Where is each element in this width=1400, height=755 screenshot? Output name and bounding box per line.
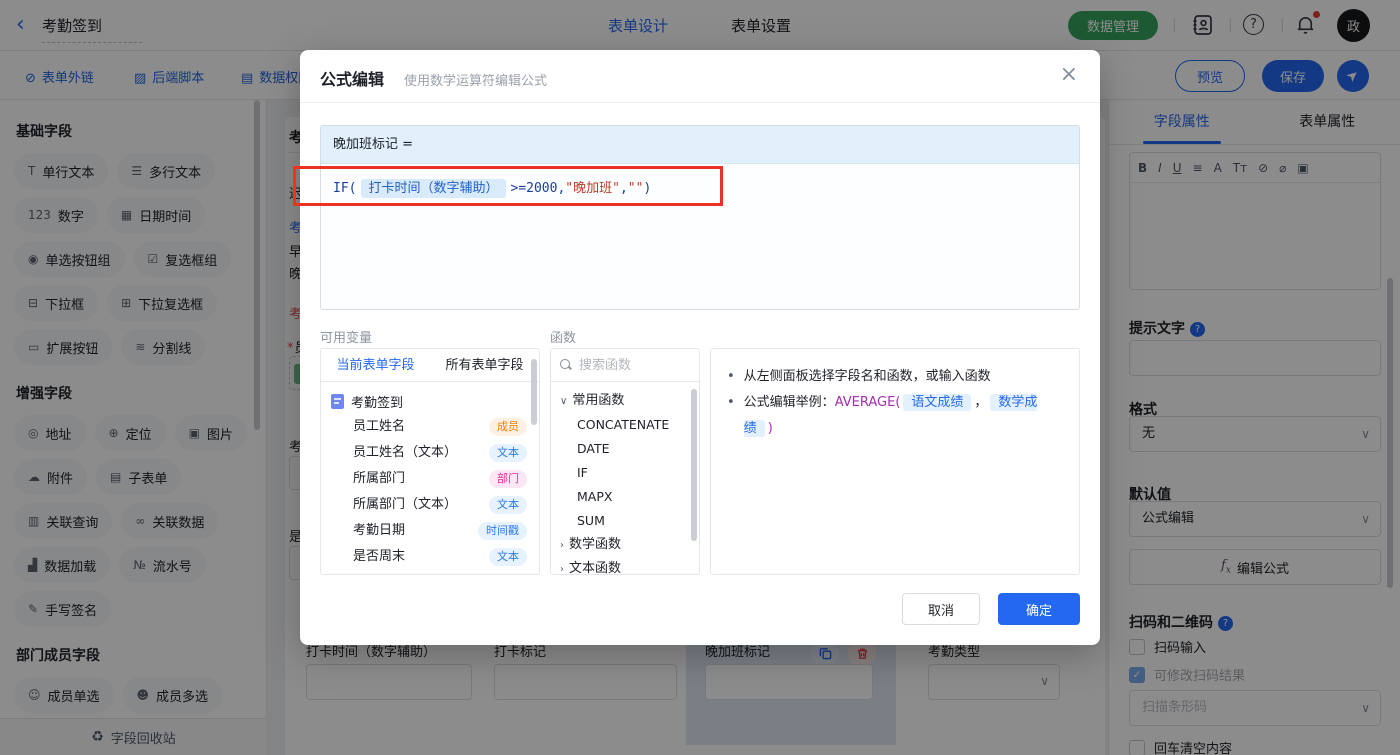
app-window: ‹ 考勤签到 表单设计 表单设置 数据管理 | | ? | 政 ⊘ 表单外链 ▨… (0, 0, 1400, 755)
example-function-close: ) (767, 421, 773, 436)
type-badge-text: 文本 (489, 444, 527, 462)
variables-panel: 当前表单字段 所有表单字段 考勤签到 员工姓名 成员 员工姓名（文本） 文本 所属部… (320, 348, 540, 575)
form-doc-icon (331, 393, 344, 409)
function-item[interactable]: SUM (551, 509, 699, 533)
functions-section-label: 函数 (550, 331, 577, 346)
help-example-line: • 公式编辑举例：AVERAGE(语文成绩，数学成绩) (727, 390, 1063, 442)
formula-field-chip[interactable]: 打卡时间（数字辅助） (361, 179, 506, 198)
type-badge-member: 成员 (489, 418, 527, 436)
chevron-right-icon: › (560, 564, 564, 575)
bullet-icon: • (727, 369, 735, 384)
help-panel: • 从左侧面板选择字段名和函数，或输入函数 • 公式编辑举例：AVERAGE(语… (710, 348, 1080, 575)
formula-input-area[interactable]: IF( 打卡时间（数字辅助） >=2000,"晚加班","") (321, 164, 1079, 309)
modal-title: 公式编辑 (320, 70, 385, 89)
chevron-down-icon: ∨ (560, 396, 568, 407)
function-group-math[interactable]: › 数学函数 (551, 533, 699, 557)
variable-item[interactable]: 员工姓名（文本） 文本 (321, 440, 539, 466)
variable-item[interactable]: 考勤日期 时间戳 (321, 518, 539, 544)
variables-section-label: 可用变量 (320, 331, 373, 346)
function-group-common[interactable]: ∨ 常用函数 (551, 389, 699, 413)
function-item[interactable]: DATE (551, 437, 699, 461)
functions-scrollbar[interactable] (691, 389, 697, 541)
function-group-textfn[interactable]: › 文本函数 (551, 557, 699, 575)
formula-comparison-token: >=2000, (510, 181, 566, 196)
variables-list: 考勤签到 员工姓名 成员 员工姓名（文本） 文本 所属部门 部门 所属部门（文本） 文本… (321, 382, 539, 570)
example-field-chip: 语文成绩 (903, 394, 972, 411)
variables-tabs: 当前表单字段 所有表单字段 (321, 349, 539, 382)
modal-header: 公式编辑 使用数学运算符编辑公式 × (300, 50, 1100, 103)
formula-comma-token: , (619, 181, 628, 196)
close-icon[interactable]: × (1060, 63, 1078, 87)
tree-root-form[interactable]: 考勤签到 (321, 388, 539, 414)
tab-all-form-fields[interactable]: 所有表单字段 (430, 349, 539, 381)
type-badge-timestamp: 时间戳 (478, 522, 527, 540)
modal-subtitle: 使用数学运算符编辑公式 (404, 74, 548, 89)
functions-tree: ∨ 常用函数 CONCATENATE DATE IF MAPX SUM › 数学函数… (551, 382, 699, 575)
type-badge-text: 文本 (489, 548, 527, 566)
example-comma: ， (974, 395, 988, 410)
type-badge-dept: 部门 (489, 470, 527, 488)
function-item[interactable]: CONCATENATE (551, 413, 699, 437)
function-search (551, 349, 699, 382)
functions-panel: ∨常用函数 CONCATENATE DATE IF MAPX SUM ›数学函数… (550, 348, 700, 575)
bullet-icon: • (727, 395, 735, 410)
variable-item[interactable]: 是否周末 文本 (321, 544, 539, 570)
formula-edit-modal: 公式编辑 使用数学运算符编辑公式 × 晚加班标记 = IF( 打卡时间（数字辅助）… (300, 50, 1100, 645)
search-icon (560, 359, 572, 371)
search-input[interactable] (579, 357, 679, 373)
cancel-button[interactable]: 取消 (902, 593, 980, 625)
chevron-right-icon: › (560, 540, 564, 551)
formula-close-token: ) (643, 181, 652, 196)
formula-function-token: IF( (333, 181, 357, 196)
tab-current-form-fields[interactable]: 当前表单字段 (321, 349, 430, 381)
confirm-button[interactable]: 确定 (998, 593, 1080, 625)
function-item[interactable]: MAPX (551, 485, 699, 509)
formula-target: 晚加班标记 = (321, 126, 1079, 164)
type-badge-text: 文本 (489, 496, 527, 514)
formula-string-token: "晚加班" (565, 181, 620, 196)
function-item[interactable]: IF (551, 461, 699, 485)
variable-item[interactable]: 所属部门（文本） 文本 (321, 492, 539, 518)
example-function-open: AVERAGE( (834, 395, 901, 410)
variable-item[interactable]: 员工姓名 成员 (321, 414, 539, 440)
help-line: • 从左侧面板选择字段名和函数，或输入函数 (727, 364, 1063, 390)
variable-item[interactable]: 所属部门 部门 (321, 466, 539, 492)
formula-empty-string-token: "" (627, 181, 644, 196)
formula-editor-box: 晚加班标记 = IF( 打卡时间（数字辅助） >=2000,"晚加班","") (320, 125, 1080, 310)
variables-scrollbar[interactable] (531, 359, 537, 425)
